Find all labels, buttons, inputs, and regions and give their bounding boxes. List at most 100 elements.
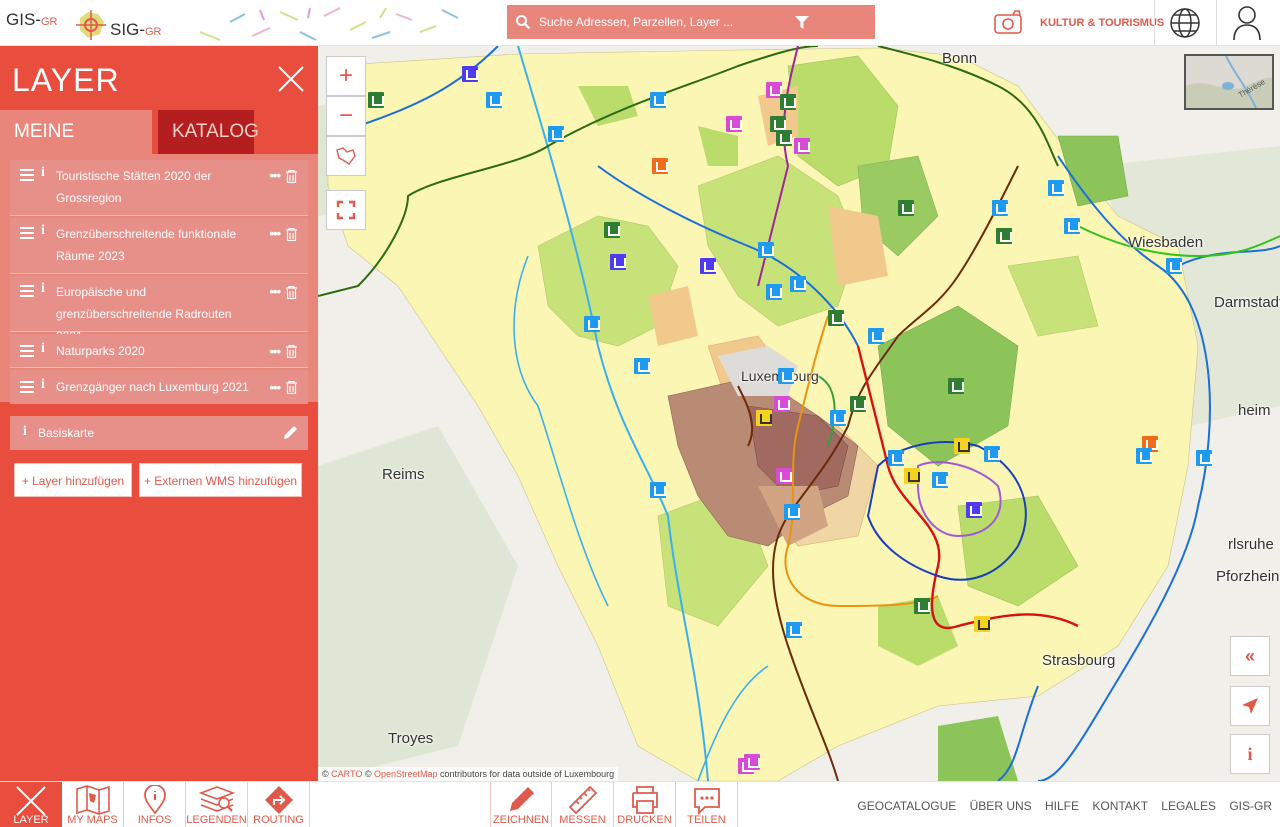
locate-button[interactable] bbox=[1230, 686, 1270, 726]
poi-marker[interactable] bbox=[758, 242, 774, 258]
basemap-info-icon[interactable]: i bbox=[23, 424, 27, 440]
carto-link[interactable]: CARTO bbox=[331, 769, 362, 779]
fullscreen-button[interactable] bbox=[326, 190, 366, 230]
poi-marker[interactable] bbox=[784, 504, 800, 520]
drag-handle-icon[interactable] bbox=[20, 345, 34, 357]
footer-measure-button[interactable]: MESSEN bbox=[552, 782, 614, 827]
poi-marker[interactable] bbox=[756, 410, 772, 426]
footer-share-button[interactable]: TEILEN bbox=[676, 782, 738, 827]
poi-marker[interactable] bbox=[584, 316, 600, 332]
poi-marker[interactable] bbox=[786, 622, 802, 638]
poi-marker[interactable] bbox=[1166, 258, 1182, 274]
poi-marker[interactable] bbox=[776, 130, 792, 146]
close-icon[interactable] bbox=[276, 64, 306, 94]
tab-my-layers[interactable]: MEINE LAYER (5) bbox=[0, 110, 152, 186]
poi-marker[interactable] bbox=[888, 450, 904, 466]
poi-marker[interactable] bbox=[776, 468, 792, 484]
footer-link-legal[interactable]: LEGALES bbox=[1161, 799, 1216, 813]
poi-marker[interactable] bbox=[948, 378, 964, 394]
more-options-icon[interactable]: ••• bbox=[269, 344, 281, 359]
footer-print-button[interactable]: DRUCKEN bbox=[614, 782, 676, 827]
poi-marker[interactable] bbox=[700, 258, 716, 274]
footer-link-geocatalogue[interactable]: GEOCATALOGUE bbox=[857, 799, 956, 813]
poi-marker[interactable] bbox=[650, 92, 666, 108]
footer-link-contact[interactable]: KONTAKT bbox=[1092, 799, 1148, 813]
trash-icon[interactable] bbox=[286, 345, 297, 358]
poi-marker[interactable] bbox=[898, 200, 914, 216]
poi-marker[interactable] bbox=[868, 328, 884, 344]
poi-marker[interactable] bbox=[954, 438, 970, 454]
info-button[interactable]: i bbox=[1230, 734, 1270, 774]
trash-icon[interactable] bbox=[286, 381, 297, 394]
footer-legend-button[interactable]: LEGENDEN bbox=[186, 782, 248, 827]
layer-row[interactable]: i Grenzüberschreitende funktionale Räume … bbox=[10, 218, 308, 274]
drag-handle-icon[interactable] bbox=[20, 227, 34, 239]
poi-marker[interactable] bbox=[548, 126, 564, 142]
layer-info-icon[interactable]: i bbox=[41, 341, 45, 357]
layer-info-icon[interactable]: i bbox=[41, 165, 45, 181]
footer-link-gisgr[interactable]: GIS-GR bbox=[1229, 799, 1272, 813]
zoom-in-button[interactable]: + bbox=[326, 56, 366, 96]
poi-marker[interactable] bbox=[966, 502, 982, 518]
poi-marker[interactable] bbox=[850, 396, 866, 412]
trash-icon[interactable] bbox=[286, 228, 297, 241]
globe-icon[interactable] bbox=[1168, 6, 1202, 40]
add-wms-button[interactable]: + Externen WMS hinzufügen bbox=[139, 463, 302, 497]
osm-link[interactable]: OpenStreetMap bbox=[374, 769, 438, 779]
poi-marker[interactable] bbox=[604, 222, 620, 238]
poi-marker[interactable] bbox=[1064, 218, 1080, 234]
poi-marker[interactable] bbox=[830, 410, 846, 426]
map-canvas[interactable]: Bonn Wiesbaden Darmstadt heim Reims Luxe… bbox=[318, 46, 1280, 781]
zoom-out-button[interactable]: − bbox=[326, 96, 366, 136]
poi-marker[interactable] bbox=[634, 358, 650, 374]
poi-marker[interactable] bbox=[486, 92, 502, 108]
more-options-icon[interactable]: ••• bbox=[269, 380, 281, 395]
edit-pencil-icon[interactable] bbox=[283, 425, 298, 440]
camera-icon[interactable] bbox=[993, 9, 1023, 35]
footer-infos-button[interactable]: INFOS bbox=[124, 782, 186, 827]
poi-marker[interactable] bbox=[828, 310, 844, 326]
poi-marker[interactable] bbox=[1048, 180, 1064, 196]
tab-catalog[interactable]: KATALOG bbox=[158, 110, 259, 154]
poi-marker[interactable] bbox=[904, 468, 920, 484]
footer-draw-button[interactable]: ZEICHNEN bbox=[490, 782, 552, 827]
poi-marker[interactable] bbox=[914, 598, 930, 614]
footer-routing-button[interactable]: ROUTING bbox=[248, 782, 310, 827]
region-extent-button[interactable] bbox=[326, 136, 366, 176]
poi-marker[interactable] bbox=[992, 200, 1008, 216]
layer-info-icon[interactable]: i bbox=[41, 223, 45, 239]
footer-layer-button[interactable]: LAYER bbox=[0, 782, 62, 827]
poi-marker[interactable] bbox=[650, 482, 666, 498]
poi-marker[interactable] bbox=[1136, 448, 1152, 464]
add-layer-button[interactable]: + Layer hinzufügen bbox=[14, 463, 132, 497]
poi-marker[interactable] bbox=[932, 472, 948, 488]
poi-marker[interactable] bbox=[766, 284, 782, 300]
layer-row[interactable]: i Europäische und grenzüberschreitende Ra… bbox=[10, 276, 308, 343]
poi-marker[interactable] bbox=[996, 228, 1012, 244]
layer-row[interactable]: i Grenzgänger nach Luxemburg 2021 ••• bbox=[10, 370, 308, 404]
poi-marker[interactable] bbox=[726, 116, 742, 132]
poi-marker[interactable] bbox=[368, 92, 384, 108]
poi-marker[interactable] bbox=[780, 94, 796, 110]
footer-my-maps-button[interactable]: MY MAPS bbox=[62, 782, 124, 827]
poi-marker[interactable] bbox=[610, 254, 626, 270]
drag-handle-icon[interactable] bbox=[20, 285, 34, 297]
layer-row[interactable]: i Naturparks 2020 ••• bbox=[10, 334, 308, 368]
layer-info-icon[interactable]: i bbox=[41, 377, 45, 393]
poi-marker[interactable] bbox=[984, 446, 1000, 462]
more-options-icon[interactable]: ••• bbox=[269, 226, 281, 241]
filter-icon[interactable] bbox=[795, 16, 809, 29]
user-icon[interactable] bbox=[1232, 5, 1262, 41]
trash-icon[interactable] bbox=[286, 170, 297, 183]
more-options-icon[interactable]: ••• bbox=[269, 284, 281, 299]
collapse-panel-button[interactable]: « bbox=[1230, 636, 1270, 676]
poi-marker[interactable] bbox=[744, 754, 760, 770]
overview-minimap[interactable]: Thérèse bbox=[1184, 54, 1274, 110]
poi-marker[interactable] bbox=[794, 138, 810, 154]
layer-info-icon[interactable]: i bbox=[41, 281, 45, 297]
drag-handle-icon[interactable] bbox=[20, 169, 34, 181]
poi-marker[interactable] bbox=[462, 66, 478, 82]
search-placeholder[interactable]: Suche Adressen, Parzellen, Layer ... bbox=[539, 15, 733, 29]
more-options-icon[interactable]: ••• bbox=[269, 168, 281, 183]
drag-handle-icon[interactable] bbox=[20, 381, 34, 393]
